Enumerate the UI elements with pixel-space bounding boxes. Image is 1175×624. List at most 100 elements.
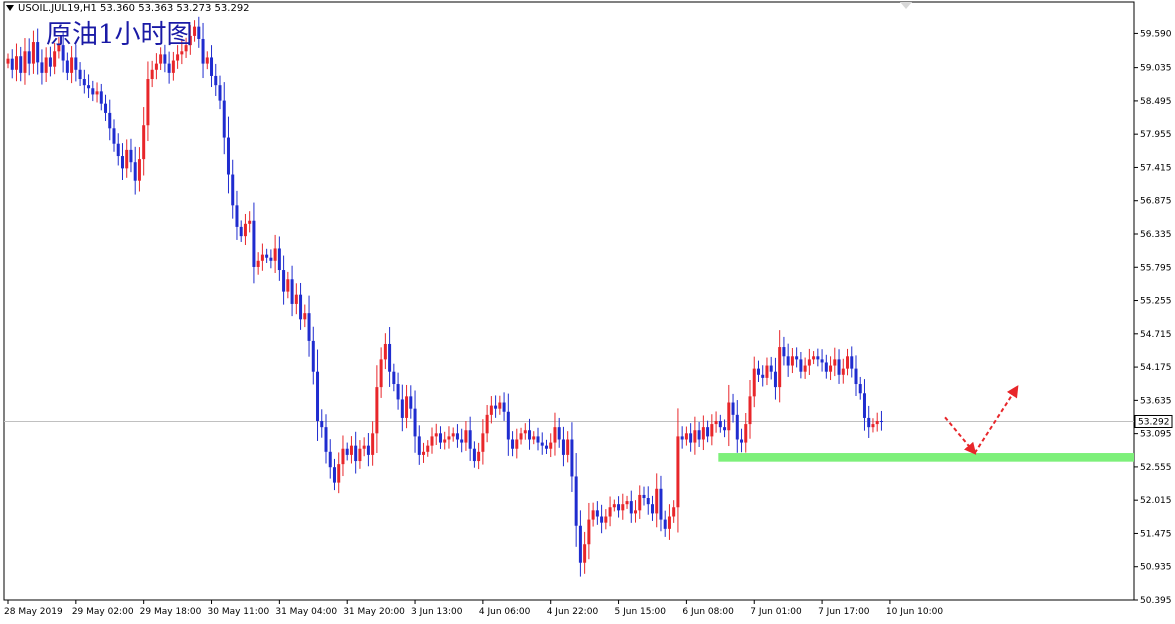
candle-body	[48, 57, 52, 67]
plot-border	[3, 1, 1135, 601]
candle-body	[154, 63, 158, 70]
candle-body	[578, 525, 582, 563]
candle-body	[600, 516, 604, 523]
candle-body	[867, 417, 871, 428]
candle-body	[667, 516, 671, 529]
candle-body	[591, 510, 595, 520]
candle-body	[506, 411, 510, 440]
candle-body	[146, 79, 150, 126]
dropdown-triangle-icon[interactable]	[6, 5, 14, 11]
candle-body	[714, 421, 718, 425]
candle-body	[163, 54, 167, 64]
candle-body	[663, 519, 667, 529]
candle-body	[778, 347, 782, 388]
candle-body	[430, 436, 434, 446]
candle-body	[824, 362, 828, 372]
candle-body	[519, 433, 523, 440]
candle-body	[854, 368, 858, 385]
candle-body	[332, 467, 336, 483]
candle-body	[231, 174, 235, 206]
time-tick-label: 6 Jun 08:00	[682, 607, 734, 617]
price-tick-label: 59.035	[1140, 64, 1172, 74]
time-tick-label: 4 Jun 06:00	[479, 607, 531, 617]
candle-body	[371, 433, 375, 455]
candle-body	[265, 254, 269, 258]
candle-body	[303, 313, 307, 320]
chart-window: 59.590 59.035 58.495 57.955 57.415 56.875 56.3…	[0, 0, 1175, 624]
candle-body	[574, 476, 578, 526]
price-tick-label: 54.715	[1140, 330, 1172, 340]
candle-body	[409, 396, 413, 409]
candle-body	[761, 374, 765, 378]
candle-body	[744, 424, 748, 443]
candle-body	[536, 436, 540, 443]
candle-body	[252, 220, 256, 267]
candle-body	[379, 359, 383, 388]
candle-body	[875, 421, 879, 425]
time-tick-label: 4 Jun 22:00	[547, 607, 599, 617]
time-tick-label: 30 May 11:00	[208, 607, 270, 617]
candle-body	[684, 433, 688, 440]
candle-body	[464, 430, 468, 443]
price-tick-label: 52.015	[1140, 496, 1172, 506]
candle-body	[871, 424, 875, 428]
candle-body	[833, 359, 837, 366]
candle-body	[625, 501, 629, 505]
candle-body	[214, 75, 218, 86]
projection-arrow	[973, 385, 1019, 454]
candle-body	[99, 91, 103, 104]
projection-arrows	[944, 385, 1019, 455]
candle-body	[850, 356, 854, 369]
candle-body	[392, 371, 396, 385]
price-tick-label: 55.255	[1140, 297, 1172, 307]
candle-body	[210, 57, 214, 76]
candle-body	[27, 51, 31, 64]
candle-body	[701, 427, 705, 440]
time-tick-label: 28 May 2019	[4, 607, 63, 617]
candle-body	[70, 57, 74, 73]
candle-body	[176, 54, 180, 61]
candle-body	[718, 421, 722, 428]
candle-body	[846, 356, 850, 369]
candle-body	[366, 445, 370, 455]
price-tick-label: 57.415	[1140, 163, 1172, 173]
candle-body	[621, 504, 625, 511]
candle-body	[388, 343, 392, 372]
time-tick-label: 31 May 04:00	[275, 607, 337, 617]
candle-body	[494, 405, 498, 409]
candle-body	[799, 359, 803, 372]
candle-body	[752, 368, 756, 397]
price-tick-label: 54.175	[1140, 363, 1172, 373]
candle-body	[91, 88, 95, 95]
candle-body	[36, 42, 40, 63]
candle-body	[282, 270, 286, 292]
candle-body	[676, 436, 680, 508]
candle-body	[595, 510, 599, 517]
candle-body	[829, 365, 833, 372]
current-price-label: 53.292	[1138, 417, 1170, 427]
candle-body	[557, 427, 561, 440]
candle-body	[477, 451, 481, 462]
candle-body	[299, 294, 303, 320]
price-tick-label: 58.495	[1140, 97, 1172, 107]
candle-body	[417, 436, 421, 455]
candlestick-chart[interactable]: 59.590 59.035 58.495 57.955 57.415 56.875 56.3…	[0, 0, 1175, 624]
candle-body	[795, 356, 799, 360]
candle-body	[349, 445, 353, 455]
candle-body	[375, 387, 379, 434]
candle-body	[807, 359, 811, 366]
price-tick-label: 51.475	[1140, 529, 1172, 539]
candle-body	[727, 402, 731, 431]
candle-body	[324, 427, 328, 452]
candle-body	[841, 368, 845, 375]
candle-body	[311, 340, 315, 372]
candle-body	[769, 365, 773, 372]
candle-body	[731, 402, 735, 415]
candle-body	[570, 439, 574, 477]
candle-body	[710, 424, 714, 437]
candle-body	[566, 439, 570, 455]
symbol-header: USOIL.JUL19,H1 53.360 53.363 53.273 53.2…	[6, 3, 250, 14]
candle-body	[426, 445, 430, 452]
support-zone-rect	[718, 453, 1134, 462]
candle-body	[650, 504, 654, 514]
